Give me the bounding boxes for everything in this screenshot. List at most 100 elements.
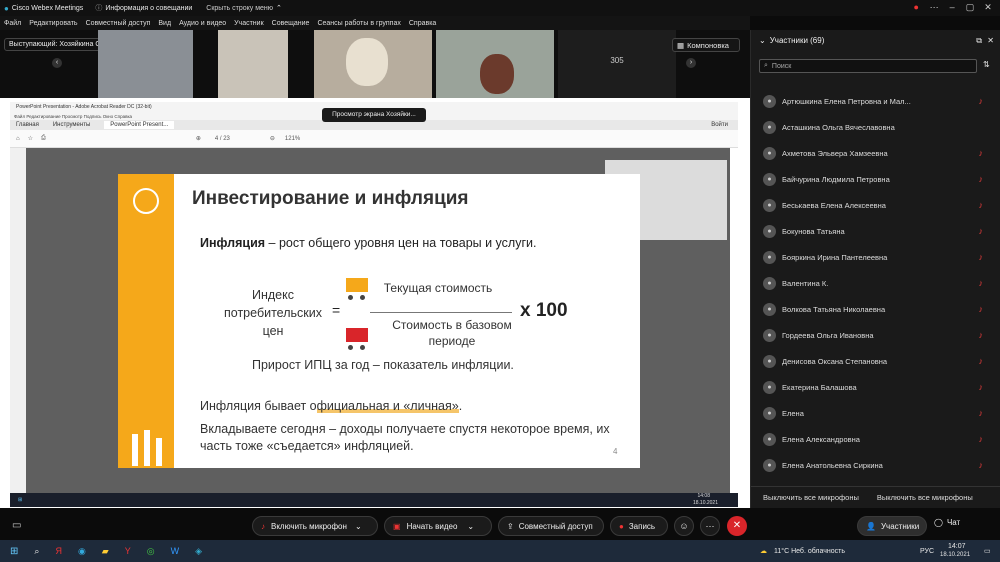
view-screen-tooltip[interactable]: Просмотр экрана Хозяйки...: [322, 108, 426, 122]
menu-breakout[interactable]: Сеансы работы в группах: [317, 20, 400, 27]
shared-taskbar: ⊞ 14:08 18.10.2021: [10, 493, 738, 507]
search-icon[interactable]: ⌕: [34, 546, 39, 557]
chrome-icon[interactable]: ◎: [147, 546, 155, 557]
participants-button[interactable]: 👤 Участники: [857, 516, 927, 536]
mic-muted-icon[interactable]: ♪: [979, 278, 984, 288]
popout-icon[interactable]: ⧉: [976, 36, 982, 46]
reactions-icon[interactable]: ☺: [674, 516, 694, 536]
meeting-info-button[interactable]: Информация о совещании: [105, 5, 192, 12]
captions-icon[interactable]: ▭: [12, 520, 21, 531]
participant-row[interactable]: ● Денисова Оксана Степановна ♪: [751, 348, 1000, 374]
mic-muted-icon[interactable]: ♪: [979, 226, 984, 236]
collapse-chevron-icon[interactable]: ⌄: [759, 36, 766, 45]
page-up-icon[interactable]: ⊕: [196, 135, 201, 142]
webex-icon[interactable]: ◈: [195, 546, 202, 557]
unmute-button[interactable]: ♪ Включить микрофон ⌄: [252, 516, 378, 536]
keyboard-language[interactable]: РУС: [920, 548, 934, 555]
edge-icon[interactable]: ◉: [78, 546, 86, 557]
record-button[interactable]: ● Запись: [610, 516, 668, 536]
pdf-menu-items[interactable]: Файл Редактирование Просмотр Подпись Окн…: [14, 114, 132, 119]
participant-row[interactable]: ● Ахметова Эльвера Хамзеевна ♪: [751, 140, 1000, 166]
more-icon[interactable]: ⋯: [926, 2, 942, 13]
star-icon[interactable]: ☆: [28, 135, 33, 142]
menu-participant[interactable]: Участник: [234, 20, 264, 27]
chevron-down-icon[interactable]: ⌄: [355, 522, 362, 531]
participant-row[interactable]: ● Екатерина Балашова ♪: [751, 374, 1000, 400]
zoom-out-icon[interactable]: ⊖: [270, 135, 275, 142]
search-input[interactable]: ⌕ Поиск: [759, 59, 977, 73]
participant-row[interactable]: ● Елена Анатольевна Сиркина ♪: [751, 452, 1000, 478]
info-icon[interactable]: ⓘ: [95, 3, 102, 13]
participant-row[interactable]: ● Байчурина Людмила Петровна ♪: [751, 166, 1000, 192]
participant-row[interactable]: ● Бокунова Татьяна ♪: [751, 218, 1000, 244]
participant-row[interactable]: ● Асташкина Ольга Вячеславовна: [751, 114, 1000, 140]
participant-row[interactable]: ● Артюшкина Елена Петровна и Мал... ♪: [751, 88, 1000, 114]
video-tile-4[interactable]: [436, 30, 554, 98]
video-tile-3[interactable]: [314, 30, 432, 98]
video-tile-1[interactable]: [98, 30, 193, 98]
mute-all-button-2[interactable]: Выключить все микрофоны: [877, 493, 973, 502]
menu-edit[interactable]: Редактировать: [29, 20, 77, 27]
notifications-icon[interactable]: ▭: [984, 547, 991, 555]
start-video-button[interactable]: ▣ Начать видео ⌄: [384, 516, 492, 536]
yandex-icon[interactable]: Я: [55, 546, 62, 556]
more-options-icon[interactable]: ⋯: [700, 516, 720, 536]
record-icon: ●: [619, 521, 624, 531]
zoom-level[interactable]: 121%: [285, 136, 300, 142]
mic-muted-icon[interactable]: ♪: [979, 408, 984, 418]
home-icon[interactable]: ⌂: [16, 136, 20, 142]
menu-help[interactable]: Справка: [409, 20, 436, 27]
panel-close-icon[interactable]: ✕: [987, 36, 994, 45]
mute-all-button[interactable]: Выключить все микрофоны: [763, 493, 859, 502]
yandex-browser-icon[interactable]: Y: [125, 546, 131, 556]
participant-row[interactable]: ● Беськаева Елена Алексеевна ♪: [751, 192, 1000, 218]
mic-muted-icon[interactable]: ♪: [979, 460, 984, 470]
mic-muted-icon[interactable]: ♪: [979, 304, 984, 314]
mic-muted-icon[interactable]: ♪: [979, 382, 984, 392]
pdf-signin[interactable]: Войти: [711, 122, 728, 128]
mic-muted-icon[interactable]: ♪: [979, 96, 984, 106]
print-icon[interactable]: ⎙: [41, 135, 46, 142]
mic-muted-icon[interactable]: ♪: [979, 148, 984, 158]
mic-muted-icon[interactable]: ♪: [979, 330, 984, 340]
mic-muted-icon[interactable]: ♪: [979, 200, 984, 210]
prev-arrow-icon[interactable]: ‹: [52, 58, 62, 68]
menu-share[interactable]: Совместный доступ: [86, 20, 151, 27]
hide-menu-button[interactable]: Скрыть строку меню: [206, 5, 273, 12]
menu-meeting[interactable]: Совещание: [272, 20, 310, 27]
sort-icon[interactable]: ⇅: [983, 60, 990, 69]
chevron-down-icon[interactable]: ⌄: [467, 522, 474, 531]
panel-header: ⌄ Участники (69): [759, 36, 824, 45]
chevron-up-icon[interactable]: ⌃: [276, 4, 282, 12]
participant-row[interactable]: ● Валентина К. ♪: [751, 270, 1000, 296]
mic-muted-icon[interactable]: ♪: [979, 356, 984, 366]
menu-audio-video[interactable]: Аудио и видео: [179, 20, 226, 27]
maximize-icon[interactable]: ▢: [962, 2, 978, 13]
pdf-tab-tools[interactable]: Инструменты: [53, 122, 90, 128]
participant-row[interactable]: ● Елена ♪: [751, 400, 1000, 426]
video-overflow-tile[interactable]: 305: [558, 30, 676, 98]
menu-file[interactable]: Файл: [4, 20, 21, 27]
mic-muted-icon[interactable]: ♪: [979, 174, 984, 184]
mic-muted-icon[interactable]: ♪: [979, 434, 984, 444]
participant-row[interactable]: ● Бояркина Ирина Пантелеевна ♪: [751, 244, 1000, 270]
word-icon[interactable]: W: [171, 546, 180, 556]
pdf-tab-home[interactable]: Главная: [16, 122, 39, 128]
pdf-tab-doc[interactable]: PowerPoint Present...: [104, 121, 175, 129]
layout-button[interactable]: ▦ Компоновка: [672, 38, 740, 52]
video-tile-2[interactable]: [218, 30, 288, 98]
participant-row[interactable]: ● Елена Александровна ♪: [751, 426, 1000, 452]
leave-meeting-icon[interactable]: ✕: [727, 516, 747, 536]
share-button[interactable]: ⇪ Совместный доступ: [498, 516, 604, 536]
explorer-icon[interactable]: ▰: [102, 546, 109, 557]
next-arrow-icon[interactable]: ›: [686, 58, 696, 68]
participant-row[interactable]: ● Гордеева Ольга Ивановна ♪: [751, 322, 1000, 348]
chat-button[interactable]: ◯ Чат: [934, 518, 960, 527]
close-icon[interactable]: ✕: [980, 2, 996, 13]
minimize-icon[interactable]: –: [944, 2, 960, 12]
mic-muted-icon[interactable]: ♪: [979, 252, 984, 262]
page-number[interactable]: 4 / 23: [215, 136, 230, 142]
windows-start-icon[interactable]: ⊞: [10, 546, 18, 557]
participant-row[interactable]: ● Волкова Татьяна Николаевна ♪: [751, 296, 1000, 322]
menu-view[interactable]: Вид: [158, 20, 171, 27]
